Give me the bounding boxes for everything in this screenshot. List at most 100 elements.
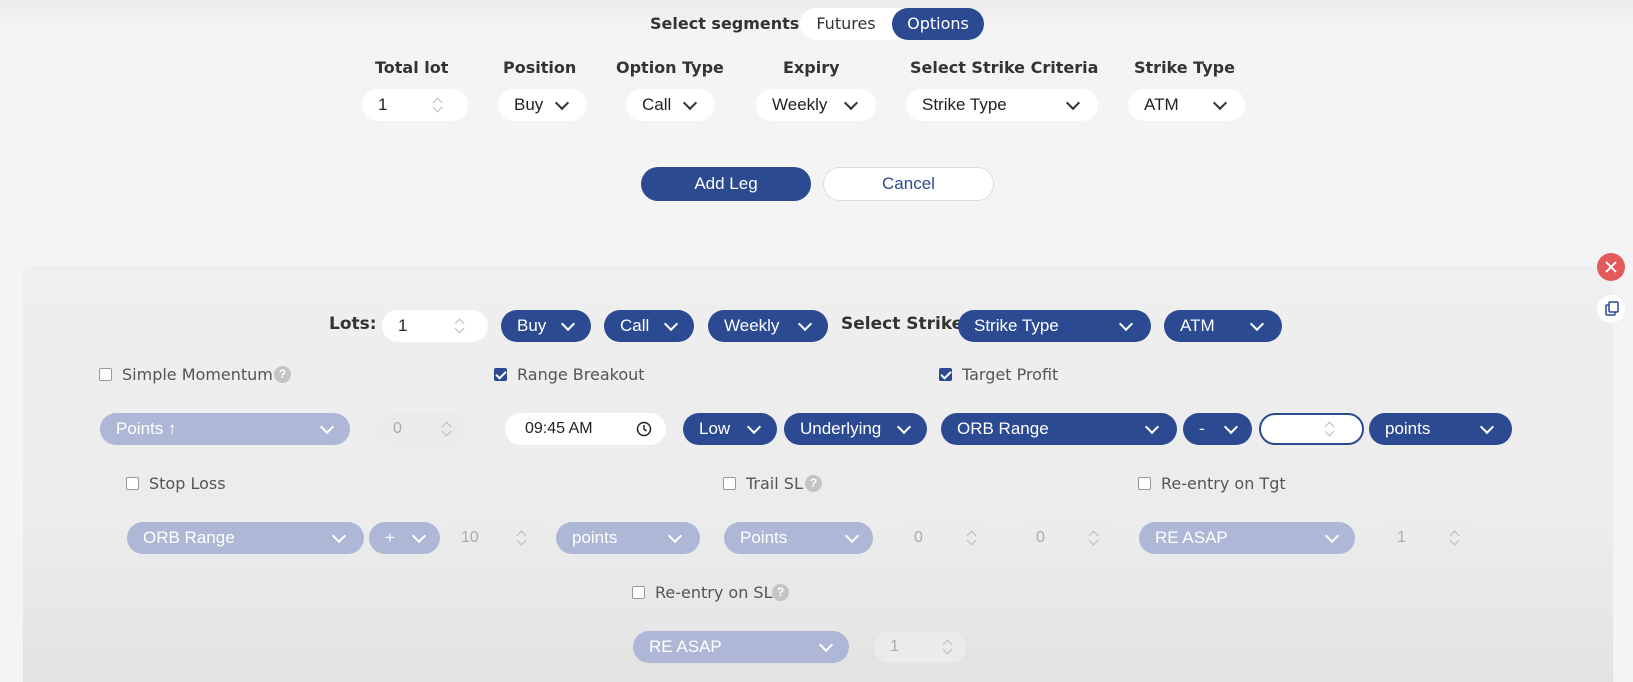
trail-sl-x-value: 0 bbox=[914, 529, 923, 546]
help-icon[interactable]: ? bbox=[274, 366, 291, 383]
expiry-select[interactable]: Weekly bbox=[756, 89, 876, 121]
target-sign-value: - bbox=[1199, 419, 1205, 438]
simple-momentum-checkbox[interactable] bbox=[99, 368, 112, 381]
spinner-icon[interactable] bbox=[966, 529, 978, 547]
chevron-down-icon bbox=[1249, 316, 1265, 332]
momentum-value: 0 bbox=[393, 420, 402, 437]
stop-loss-checkbox[interactable] bbox=[126, 477, 139, 490]
target-basis-value: ORB Range bbox=[957, 419, 1049, 438]
target-profit-checkbox[interactable] bbox=[939, 368, 952, 381]
breakout-source-select[interactable]: Underlying bbox=[784, 413, 927, 445]
target-value-input[interactable] bbox=[1259, 413, 1364, 445]
reentry-tgt-checkbox[interactable] bbox=[1138, 477, 1151, 490]
chevron-down-icon bbox=[1065, 95, 1081, 111]
reentry-tgt-mode-value: RE ASAP bbox=[1155, 528, 1228, 547]
copy-icon[interactable] bbox=[1597, 295, 1625, 323]
range-breakout-checkbox[interactable] bbox=[494, 368, 507, 381]
trail-sl-label: Trail SL bbox=[746, 474, 803, 493]
chevron-down-icon bbox=[331, 528, 347, 544]
chevron-down-icon bbox=[1118, 316, 1134, 332]
reentry-tgt-count-input[interactable]: 1 bbox=[1381, 522, 1473, 554]
leg-expiry-value: Weekly bbox=[724, 316, 780, 335]
position-select[interactable]: Buy bbox=[498, 89, 587, 121]
stop-loss-unit-value: points bbox=[572, 528, 618, 547]
strike-type-select[interactable]: ATM bbox=[1128, 89, 1245, 121]
target-basis-select[interactable]: ORB Range bbox=[941, 413, 1177, 445]
option-type-value: Call bbox=[642, 95, 672, 114]
target-sign-select[interactable]: - bbox=[1183, 413, 1252, 445]
trail-sl-y-input[interactable]: 0 bbox=[1020, 522, 1112, 554]
spinner-icon[interactable] bbox=[942, 638, 954, 656]
strike-criteria-value: Strike Type bbox=[922, 95, 1007, 114]
spinner-icon[interactable] bbox=[1324, 420, 1336, 438]
stop-loss-value-input[interactable]: 10 bbox=[445, 522, 550, 554]
chevron-down-icon bbox=[746, 419, 762, 435]
chevron-down-icon bbox=[1223, 419, 1239, 435]
chevron-down-icon bbox=[843, 95, 859, 111]
select-strike-label: Select Strike bbox=[841, 314, 964, 334]
chevron-down-icon bbox=[896, 419, 912, 435]
spinner-icon[interactable] bbox=[454, 317, 466, 335]
chevron-down-icon bbox=[554, 95, 570, 111]
leg-strike-type-select[interactable]: ATM bbox=[1164, 310, 1282, 342]
chevron-down-icon bbox=[844, 528, 860, 544]
momentum-mode-value: Points ↑ bbox=[116, 419, 177, 438]
momentum-mode-select[interactable]: Points ↑ bbox=[100, 413, 350, 445]
expiry-label: Expiry bbox=[783, 58, 840, 77]
position-value: Buy bbox=[514, 95, 544, 114]
target-profit-label: Target Profit bbox=[962, 365, 1059, 384]
spinner-icon[interactable] bbox=[441, 420, 453, 438]
total-lot-label: Total lot bbox=[375, 58, 449, 77]
reentry-sl-count-value: 1 bbox=[890, 638, 899, 655]
target-unit-value: points bbox=[1385, 419, 1431, 438]
chevron-down-icon bbox=[1144, 419, 1160, 435]
stop-loss-sign-select[interactable]: + bbox=[369, 522, 440, 554]
cancel-button[interactable]: Cancel bbox=[823, 167, 994, 201]
chevron-down-icon bbox=[319, 419, 335, 435]
spinner-icon[interactable] bbox=[516, 529, 528, 547]
chevron-down-icon bbox=[797, 316, 813, 332]
strike-criteria-select[interactable]: Strike Type bbox=[906, 89, 1098, 121]
option-type-select[interactable]: Call bbox=[626, 89, 715, 121]
leg-strike-type-value: ATM bbox=[1180, 316, 1215, 335]
trail-sl-x-input[interactable]: 0 bbox=[898, 522, 990, 554]
momentum-value-input[interactable]: 0 bbox=[377, 413, 467, 445]
stop-loss-unit-select[interactable]: points bbox=[556, 522, 700, 554]
chevron-down-icon bbox=[560, 316, 576, 332]
stop-loss-basis-select[interactable]: ORB Range bbox=[127, 522, 364, 554]
spinner-icon[interactable] bbox=[1449, 529, 1461, 547]
breakout-time-value: 09:45 AM bbox=[525, 420, 593, 437]
lots-value: 1 bbox=[398, 316, 408, 335]
range-breakout-label: Range Breakout bbox=[517, 365, 645, 384]
trail-sl-mode-select[interactable]: Points bbox=[724, 522, 873, 554]
leg-option-type-select[interactable]: Call bbox=[604, 310, 694, 342]
close-icon[interactable] bbox=[1597, 253, 1625, 281]
expiry-value: Weekly bbox=[772, 95, 828, 114]
reentry-sl-count-input[interactable]: 1 bbox=[874, 631, 966, 663]
help-icon[interactable]: ? bbox=[772, 584, 789, 601]
reentry-sl-checkbox[interactable] bbox=[632, 586, 645, 599]
leg-position-select[interactable]: Buy bbox=[501, 310, 591, 342]
clock-icon[interactable] bbox=[636, 421, 652, 437]
leg-strike-criteria-select[interactable]: Strike Type bbox=[958, 310, 1151, 342]
target-unit-select[interactable]: points bbox=[1369, 413, 1512, 445]
lots-input[interactable]: 1 bbox=[382, 310, 488, 342]
chevron-down-icon bbox=[663, 316, 679, 332]
reentry-tgt-mode-select[interactable]: RE ASAP bbox=[1139, 522, 1355, 554]
reentry-tgt-count-value: 1 bbox=[1397, 529, 1406, 546]
total-lot-input[interactable]: 1 bbox=[362, 89, 468, 121]
segment-options[interactable]: Options bbox=[892, 8, 984, 40]
breakout-time-input[interactable]: 09:45 AM bbox=[505, 413, 666, 445]
reentry-sl-mode-select[interactable]: RE ASAP bbox=[633, 631, 849, 663]
spinner-icon[interactable] bbox=[432, 96, 444, 114]
trail-sl-checkbox[interactable] bbox=[723, 477, 736, 490]
add-leg-button[interactable]: Add Leg bbox=[641, 167, 811, 201]
breakout-side-select[interactable]: Low bbox=[683, 413, 777, 445]
strike-type-value: ATM bbox=[1144, 95, 1179, 114]
segment-futures[interactable]: Futures bbox=[800, 8, 892, 40]
help-icon[interactable]: ? bbox=[805, 475, 822, 492]
spinner-icon[interactable] bbox=[1088, 529, 1100, 547]
breakout-source-value: Underlying bbox=[800, 419, 882, 438]
leg-expiry-select[interactable]: Weekly bbox=[708, 310, 828, 342]
chevron-down-icon bbox=[667, 528, 683, 544]
